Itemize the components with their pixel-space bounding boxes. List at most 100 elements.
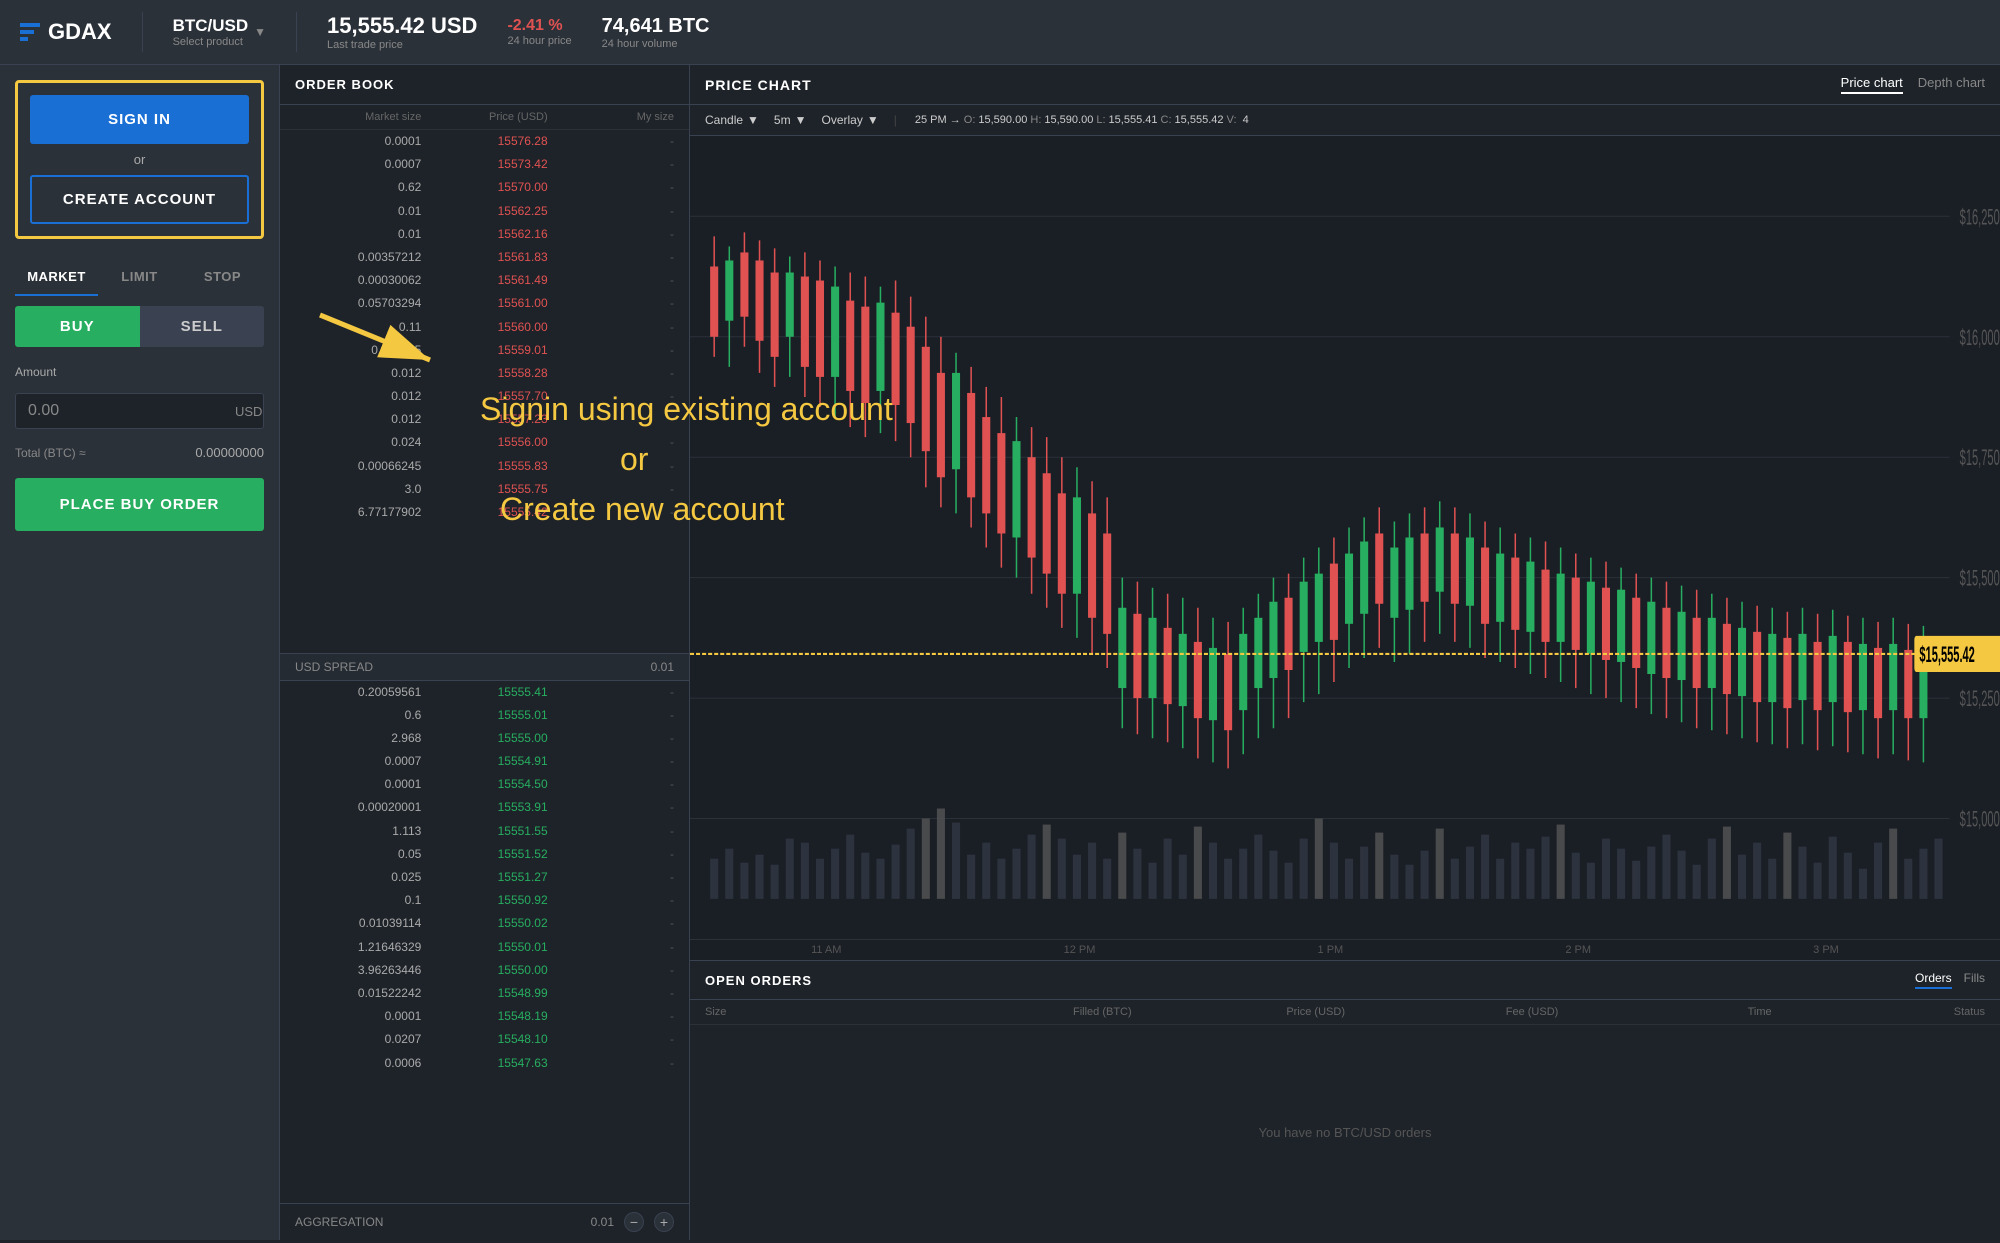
time-label-12pm: 12 PM <box>1064 944 1096 956</box>
ask-market-size: 6.77177902 <box>295 503 421 522</box>
candle-dropdown[interactable]: Candle ▼ <box>705 113 759 127</box>
amount-input[interactable] <box>28 402 235 420</box>
ask-row[interactable]: 0.00030062 15561.49 - <box>280 269 689 292</box>
last-price-label: Last trade price <box>327 39 477 51</box>
aggregation-increase-button[interactable]: + <box>654 1212 674 1232</box>
chart-title: PRICE CHART <box>705 77 812 93</box>
ask-my-size: - <box>548 178 674 197</box>
empty-message: You have no BTC/USD orders <box>1259 1125 1432 1140</box>
volume-value: 74,641 BTC <box>602 15 710 38</box>
bid-row[interactable]: 0.1 15550.92 - <box>280 889 689 912</box>
bid-market-size: 3.96263446 <box>295 961 421 980</box>
left-panel: SIGN IN or CREATE ACCOUNT MARKET LIMIT S… <box>0 65 280 1240</box>
ask-row[interactable]: 0.024 15556.00 - <box>280 431 689 454</box>
bid-row[interactable]: 0.025 15551.27 - <box>280 866 689 889</box>
ask-my-size: - <box>548 433 674 452</box>
bid-price: 15550.92 <box>421 891 547 910</box>
aggregation-value: 0.01 <box>591 1215 614 1229</box>
bid-price: 15550.01 <box>421 938 547 957</box>
interval-chevron-icon: ▼ <box>795 113 807 127</box>
buy-sell-tabs: BUY SELL <box>15 306 264 347</box>
ask-market-size: 0.05703294 <box>295 294 421 313</box>
create-account-button[interactable]: CREATE ACCOUNT <box>30 175 249 224</box>
col-my-size: My size <box>548 111 674 123</box>
open-orders-title: OPEN ORDERS <box>705 973 812 988</box>
ask-row[interactable]: 0.62 15570.00 - <box>280 176 689 199</box>
aggregation-decrease-button[interactable]: − <box>624 1212 644 1232</box>
interval-dropdown[interactable]: 5m ▼ <box>774 113 807 127</box>
ctrl-separator: | <box>894 113 897 127</box>
bid-row[interactable]: 0.01039114 15550.02 - <box>280 912 689 935</box>
bid-row[interactable]: 1.113 15551.55 - <box>280 820 689 843</box>
ask-row[interactable]: 0.01 15562.25 - <box>280 200 689 223</box>
ask-row[interactable]: 3.0 15555.75 - <box>280 478 689 501</box>
bid-my-size: - <box>548 683 674 702</box>
svg-text:$16,000: $16,000 <box>1960 325 2000 350</box>
tab-orders[interactable]: Orders <box>1915 971 1952 989</box>
ask-my-size: - <box>548 294 674 313</box>
ask-row[interactable]: 0.012 15557.70 - <box>280 385 689 408</box>
place-order-button[interactable]: PLACE BUY ORDER <box>15 478 264 531</box>
last-price-block: 15,555.42 USD Last trade price <box>327 13 477 51</box>
ask-row[interactable]: 0.012 15557.23 - <box>280 408 689 431</box>
bid-row[interactable]: 0.00020001 15553.91 - <box>280 796 689 819</box>
bid-row[interactable]: 0.20059561 15555.41 - <box>280 681 689 704</box>
tab-fills[interactable]: Fills <box>1964 971 1985 989</box>
bid-my-size: - <box>548 706 674 725</box>
open-orders-empty: You have no BTC/USD orders <box>690 1025 2000 1240</box>
buy-button[interactable]: BUY <box>15 306 140 347</box>
aggregation-label: AGGREGATION <box>295 1215 383 1229</box>
signin-button[interactable]: SIGN IN <box>30 95 249 144</box>
col-fee: Fee (USD) <box>1345 1006 1558 1018</box>
ask-row[interactable]: 0.0007 15573.42 - <box>280 153 689 176</box>
ask-row[interactable]: 0.00066245 15555.83 - <box>280 455 689 478</box>
ask-row[interactable]: 0.0001 15576.28 - <box>280 130 689 153</box>
bid-row[interactable]: 0.0207 15548.10 - <box>280 1028 689 1051</box>
bid-row[interactable]: 0.0001 15554.50 - <box>280 773 689 796</box>
ask-market-size: 0.01 <box>295 202 421 221</box>
ask-my-size: - <box>548 202 674 221</box>
interval-label: 5m <box>774 113 791 127</box>
ask-row[interactable]: 0.012 15558.28 - <box>280 362 689 385</box>
ask-row[interactable]: 6.77177902 15555.42 - <box>280 501 689 524</box>
bid-price: 15555.00 <box>421 729 547 748</box>
amount-input-wrap: USD <box>15 393 264 429</box>
bid-row[interactable]: 0.01522242 15548.99 - <box>280 982 689 1005</box>
bid-row[interactable]: 1.21646329 15550.01 - <box>280 936 689 959</box>
ask-row[interactable]: 0.05703294 15561.00 - <box>280 292 689 315</box>
product-selector[interactable]: BTC/USD Select product ▼ <box>173 16 266 48</box>
bid-row[interactable]: 0.0006 15547.63 - <box>280 1052 689 1075</box>
ask-row[interactable]: 0.01 15562.16 - <box>280 223 689 246</box>
ask-row[interactable]: 0.552395 15559.01 - <box>280 339 689 362</box>
ask-row[interactable]: 0.00357212 15561.83 - <box>280 246 689 269</box>
tab-stop[interactable]: STOP <box>181 259 264 296</box>
bid-row[interactable]: 0.0007 15554.91 - <box>280 750 689 773</box>
ohlc-time: 25 PM → O:15,590.00 H:15,590.00 L:15,555… <box>912 114 1249 126</box>
tab-market[interactable]: MARKET <box>15 259 98 296</box>
bid-price: 15548.99 <box>421 984 547 1003</box>
tab-depth-chart[interactable]: Depth chart <box>1918 75 1985 94</box>
sell-button[interactable]: SELL <box>140 306 265 347</box>
tab-price-chart[interactable]: Price chart <box>1841 75 1903 94</box>
signin-box: SIGN IN or CREATE ACCOUNT <box>15 80 264 239</box>
ask-price: 15570.00 <box>421 178 547 197</box>
order-type-tabs: MARKET LIMIT STOP <box>15 259 264 296</box>
bid-row[interactable]: 0.0001 15548.19 - <box>280 1005 689 1028</box>
tab-limit[interactable]: LIMIT <box>98 259 181 296</box>
bid-market-size: 0.01039114 <box>295 914 421 933</box>
bid-row[interactable]: 2.968 15555.00 - <box>280 727 689 750</box>
ask-my-size: - <box>548 248 674 267</box>
bid-my-size: - <box>548 798 674 817</box>
ask-my-size: - <box>548 387 674 406</box>
bid-row[interactable]: 0.6 15555.01 - <box>280 704 689 727</box>
header-divider <box>142 12 143 52</box>
ask-market-size: 0.01 <box>295 225 421 244</box>
bid-row[interactable]: 0.05 15551.52 - <box>280 843 689 866</box>
bid-row[interactable]: 3.96263446 15550.00 - <box>280 959 689 982</box>
ask-price: 15555.42 <box>421 503 547 522</box>
ask-row[interactable]: 0.11 15560.00 - <box>280 316 689 339</box>
bid-market-size: 0.0006 <box>295 1054 421 1073</box>
bid-market-size: 0.20059561 <box>295 683 421 702</box>
ask-price: 15555.83 <box>421 457 547 476</box>
overlay-dropdown[interactable]: Overlay ▼ <box>821 113 878 127</box>
